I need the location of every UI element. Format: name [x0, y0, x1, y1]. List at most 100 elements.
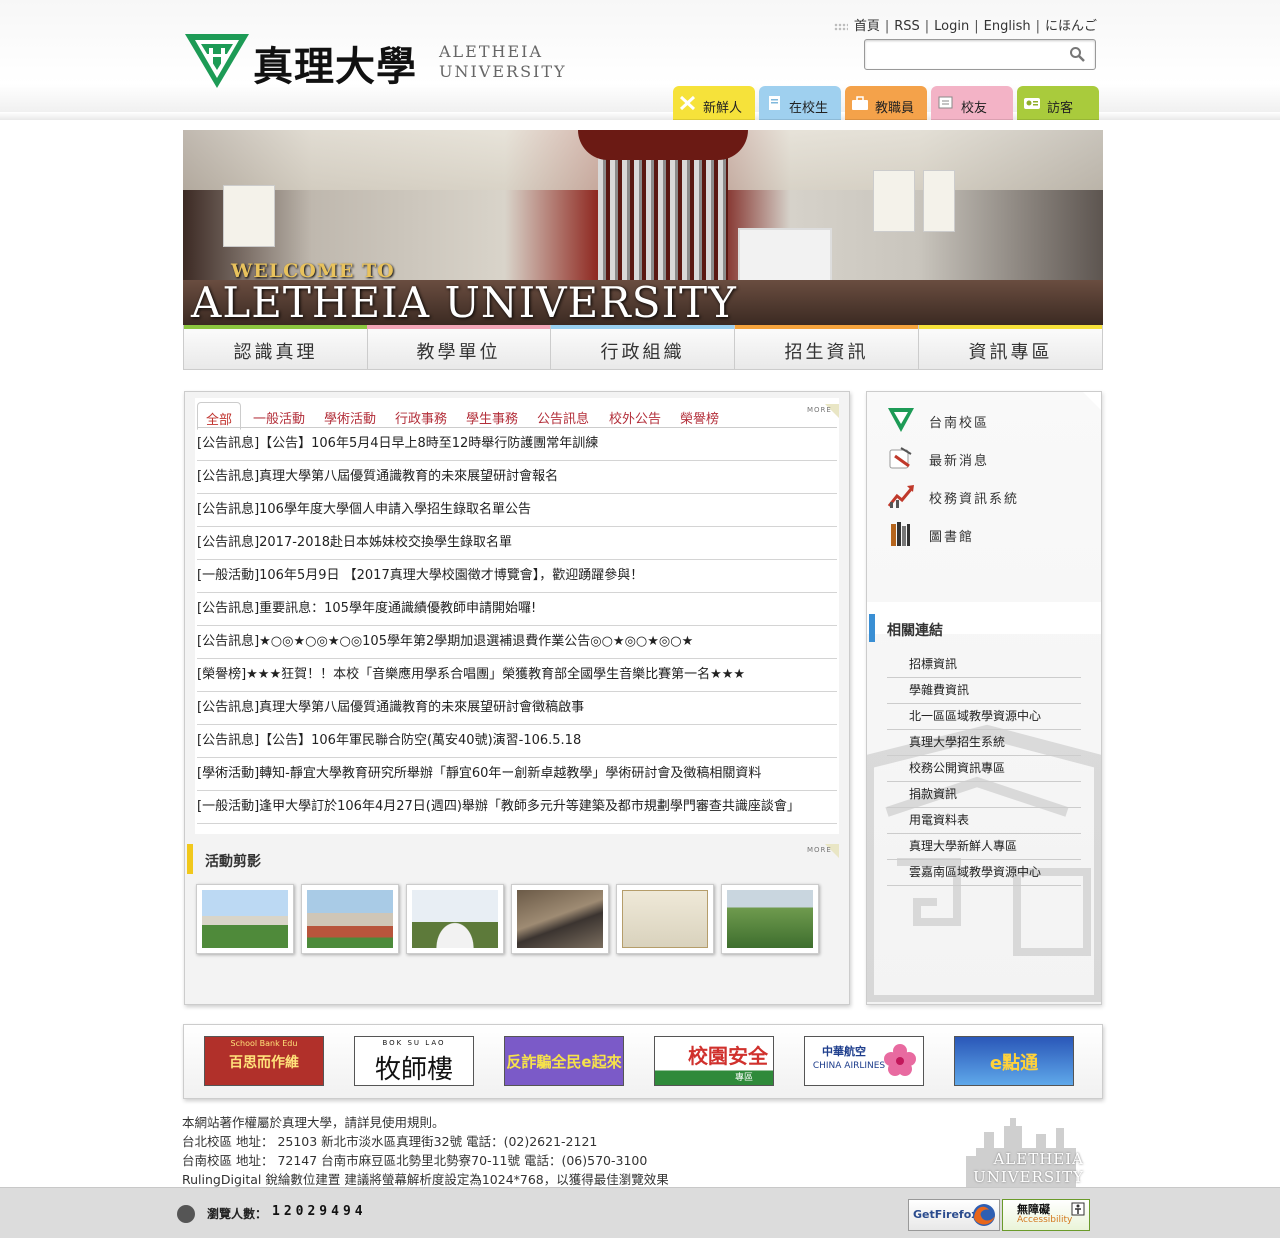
banner-window [873, 170, 915, 232]
copyright-line: 本網站著作權屬於真理大學，請詳見使用規則。 [182, 1115, 445, 1130]
news-item[interactable]: [一般活動]逢甲大學訂於106年4月27日(週四)舉辦「教師多元升等建築及都市規… [197, 791, 837, 824]
news-tab-all[interactable]: 全部 [197, 402, 242, 430]
photo-thumbnail[interactable] [511, 884, 609, 954]
news-item[interactable]: [公告訊息]2017-2018赴日本姊妹校交換學生錄取名單 [197, 527, 837, 560]
site-logo[interactable]: 真理大學 ALETHEIA UNIVERSITY [183, 30, 565, 94]
partner-banner-campus-safety[interactable]: 校園安全 專區 [654, 1036, 774, 1086]
news-item[interactable]: [公告訊息]★○◎★○◎★○◎105學年第2學期加退選補退費作業公告◎○★◎○★… [197, 626, 837, 659]
pencil-ruler-icon [679, 95, 696, 111]
firefox-icon [973, 1204, 995, 1226]
tab-staff[interactable]: 教職員 [845, 86, 927, 120]
news-list: [公告訊息]【公告】106年5月4日早上8時至12時舉行防護團常年訓練 [公告訊… [197, 428, 837, 824]
news-item[interactable]: [榮譽榜]★★★狂賀！！本校「音樂應用學系合唱團」榮獲教育部全國學生音樂比賽第一… [197, 659, 837, 692]
quick-link-info-system[interactable]: 校務資訊系統 [887, 482, 1087, 512]
related-link[interactable]: 雲嘉南區域教學資源中心 [887, 860, 1081, 886]
nav-about-label: 認識真理 [233, 342, 318, 363]
partner-banner-china-airlines[interactable]: 中華航空 CHINA AIRLINES [804, 1036, 924, 1086]
related-link[interactable]: 真理大學招生系統 [887, 730, 1081, 756]
footer-university-logo: ALETHEIA UNIVERSITY [962, 1110, 1088, 1188]
news-tab-external[interactable]: 校外公告 [609, 402, 661, 428]
related-link[interactable]: 校務公開資訊專區 [887, 756, 1081, 782]
quick-link-library[interactable]: 圖書館 [887, 520, 1087, 550]
tab-visitors-label: 訪客 [1047, 101, 1074, 116]
photos-more-label: MORE [807, 846, 832, 854]
accessibility-badge[interactable]: 無障礙 Accessibility [1002, 1199, 1090, 1231]
partner-banner-anti-fraud[interactable]: 反詐騙全民e起來 [504, 1036, 624, 1086]
news-item[interactable]: [公告訊息]真理大學第八屆優質通識教育的未來展望研討會報名 [197, 461, 837, 494]
home-link[interactable]: 首頁 [854, 19, 880, 34]
photo-thumbnail[interactable] [616, 884, 714, 954]
news-item[interactable]: [一般活動]106年5月9日 【2017真理大學校園徵才博覽會】，歡迎踴躍參與！ [197, 560, 837, 593]
news-tab-academic[interactable]: 學術活動 [324, 402, 376, 428]
diploma-icon [938, 96, 953, 109]
news-tab-honors[interactable]: 榮譽榜 [680, 402, 719, 428]
news-panel: 全部 一般活動 學術活動 行政事務 學生事務 公告訊息 校外公告 榮譽榜 MOR… [184, 391, 850, 1005]
photos-more-link[interactable]: MORE [807, 844, 839, 862]
related-links-title: 相關連結 [887, 623, 943, 639]
news-item[interactable]: [公告訊息]【公告】106年5月4日早上8時至12時舉行防護團常年訓練 [197, 428, 837, 461]
tab-alumni[interactable]: 校友 [931, 86, 1013, 120]
footer-logo-line-2: UNIVERSITY [973, 1168, 1084, 1186]
university-emblem-icon [185, 34, 249, 88]
partner-banner-sub: School Bank Edu [230, 1039, 298, 1048]
related-link[interactable]: 用電資料表 [887, 808, 1081, 834]
rss-link[interactable]: RSS [894, 19, 920, 34]
news-more-link[interactable]: MORE [807, 404, 839, 422]
news-tab-student-affairs[interactable]: 學生事務 [466, 402, 518, 428]
related-link[interactable]: 學雜費資訊 [887, 678, 1081, 704]
megaphone-icon [889, 447, 912, 469]
news-item[interactable]: [學術活動]轉知-靜宜大學教育研究所舉辦「靜宜60年ー創新卓越教學」學術研討會及… [197, 758, 837, 791]
news-item[interactable]: [公告訊息]【公告】106年軍民聯合防空(萬安40號)演習-106.5.18 [197, 725, 837, 758]
grip-icon [833, 22, 848, 31]
related-link[interactable]: 北一區區域教學資源中心 [887, 704, 1081, 730]
related-link[interactable]: 真理大學新鮮人專區 [887, 834, 1081, 860]
login-link[interactable]: Login [934, 19, 969, 34]
footer-info: 本網站著作權屬於真理大學，請詳見使用規則。 台北校區 地址： 25103 新北市… [182, 1113, 669, 1189]
partner-banner-pastor-house[interactable]: BOK SU LAO 牧師樓 [354, 1036, 474, 1086]
nav-administration[interactable]: 行政組織 [551, 325, 735, 369]
news-tab-announcements[interactable]: 公告訊息 [537, 402, 589, 428]
get-firefox-badge[interactable]: GetFirefox [908, 1199, 1000, 1231]
nav-admissions[interactable]: 招生資訊 [735, 325, 919, 369]
nav-about[interactable]: 認識真理 [184, 325, 368, 369]
tab-students-label: 在校生 [789, 101, 829, 116]
taipei-campus-address: 台北校區 地址： 25103 新北市淡水區真理街32號 電話：(02)2621-… [182, 1134, 598, 1149]
section-marker [187, 844, 193, 874]
search-icon[interactable] [1069, 46, 1085, 62]
photo-thumbnail[interactable] [196, 884, 294, 954]
related-links-list: 招標資訊 學雜費資訊 北一區區域教學資源中心 真理大學招生系統 校務公開資訊專區… [887, 652, 1081, 886]
tab-freshmen[interactable]: 新鮮人 [673, 86, 755, 120]
quick-link-news[interactable]: 最新消息 [887, 444, 1087, 474]
news-more-label: MORE [807, 406, 832, 414]
books-icon [891, 522, 910, 546]
photo-thumbnail[interactable] [721, 884, 819, 954]
bottom-bar: 瀏覽人數： 12029494 GetFirefox 無障礙 Accessibil… [0, 1187, 1280, 1238]
photo-thumbnail[interactable] [406, 884, 504, 954]
tab-visitors[interactable]: 訪客 [1017, 86, 1099, 120]
news-tab-general[interactable]: 一般活動 [253, 402, 305, 428]
english-link[interactable]: English [984, 19, 1031, 34]
nav-information[interactable]: 資訊專區 [919, 325, 1102, 369]
related-link[interactable]: 招標資訊 [887, 652, 1081, 678]
firefox-label: GetFirefox [913, 1208, 979, 1221]
search-input[interactable] [869, 41, 1063, 68]
japanese-link[interactable]: にほんご [1045, 19, 1097, 34]
news-tab-announcements-label: 公告訊息 [537, 412, 590, 427]
aerial-campus-photo [727, 890, 813, 948]
nav-academics-label: 教學單位 [416, 342, 501, 363]
tab-freshmen-label: 新鮮人 [703, 101, 743, 116]
partner-banner-e-point[interactable]: e點通 [954, 1036, 1074, 1086]
news-tab-administrative[interactable]: 行政事務 [395, 402, 447, 428]
news-item[interactable]: [公告訊息]重要訊息：105學年度通識績優教師申請開始囉! [197, 593, 837, 626]
nav-academics[interactable]: 教學單位 [367, 325, 551, 369]
news-item[interactable]: [公告訊息]真理大學第八屆優質通識教育的未來展望研討會徵稿啟事 [197, 692, 837, 725]
tab-students[interactable]: 在校生 [759, 86, 841, 120]
photo-thumbnail[interactable] [301, 884, 399, 954]
partner-banner-school-bank[interactable]: School Bank Edu 百思而作維 [204, 1036, 324, 1086]
news-item[interactable]: [公告訊息]106學年度大學個人申請入學招生錄取名單公告 [197, 494, 837, 527]
nav-administration-label: 行政組織 [600, 342, 685, 363]
quick-link-label: 圖書館 [929, 530, 975, 545]
related-link[interactable]: 捐款資訊 [887, 782, 1081, 808]
quick-link-tainan-campus[interactable]: 台南校區 [887, 406, 1087, 436]
news-tabs: 全部 一般活動 學術活動 行政事務 學生事務 公告訊息 校外公告 榮譽榜 [197, 400, 837, 430]
